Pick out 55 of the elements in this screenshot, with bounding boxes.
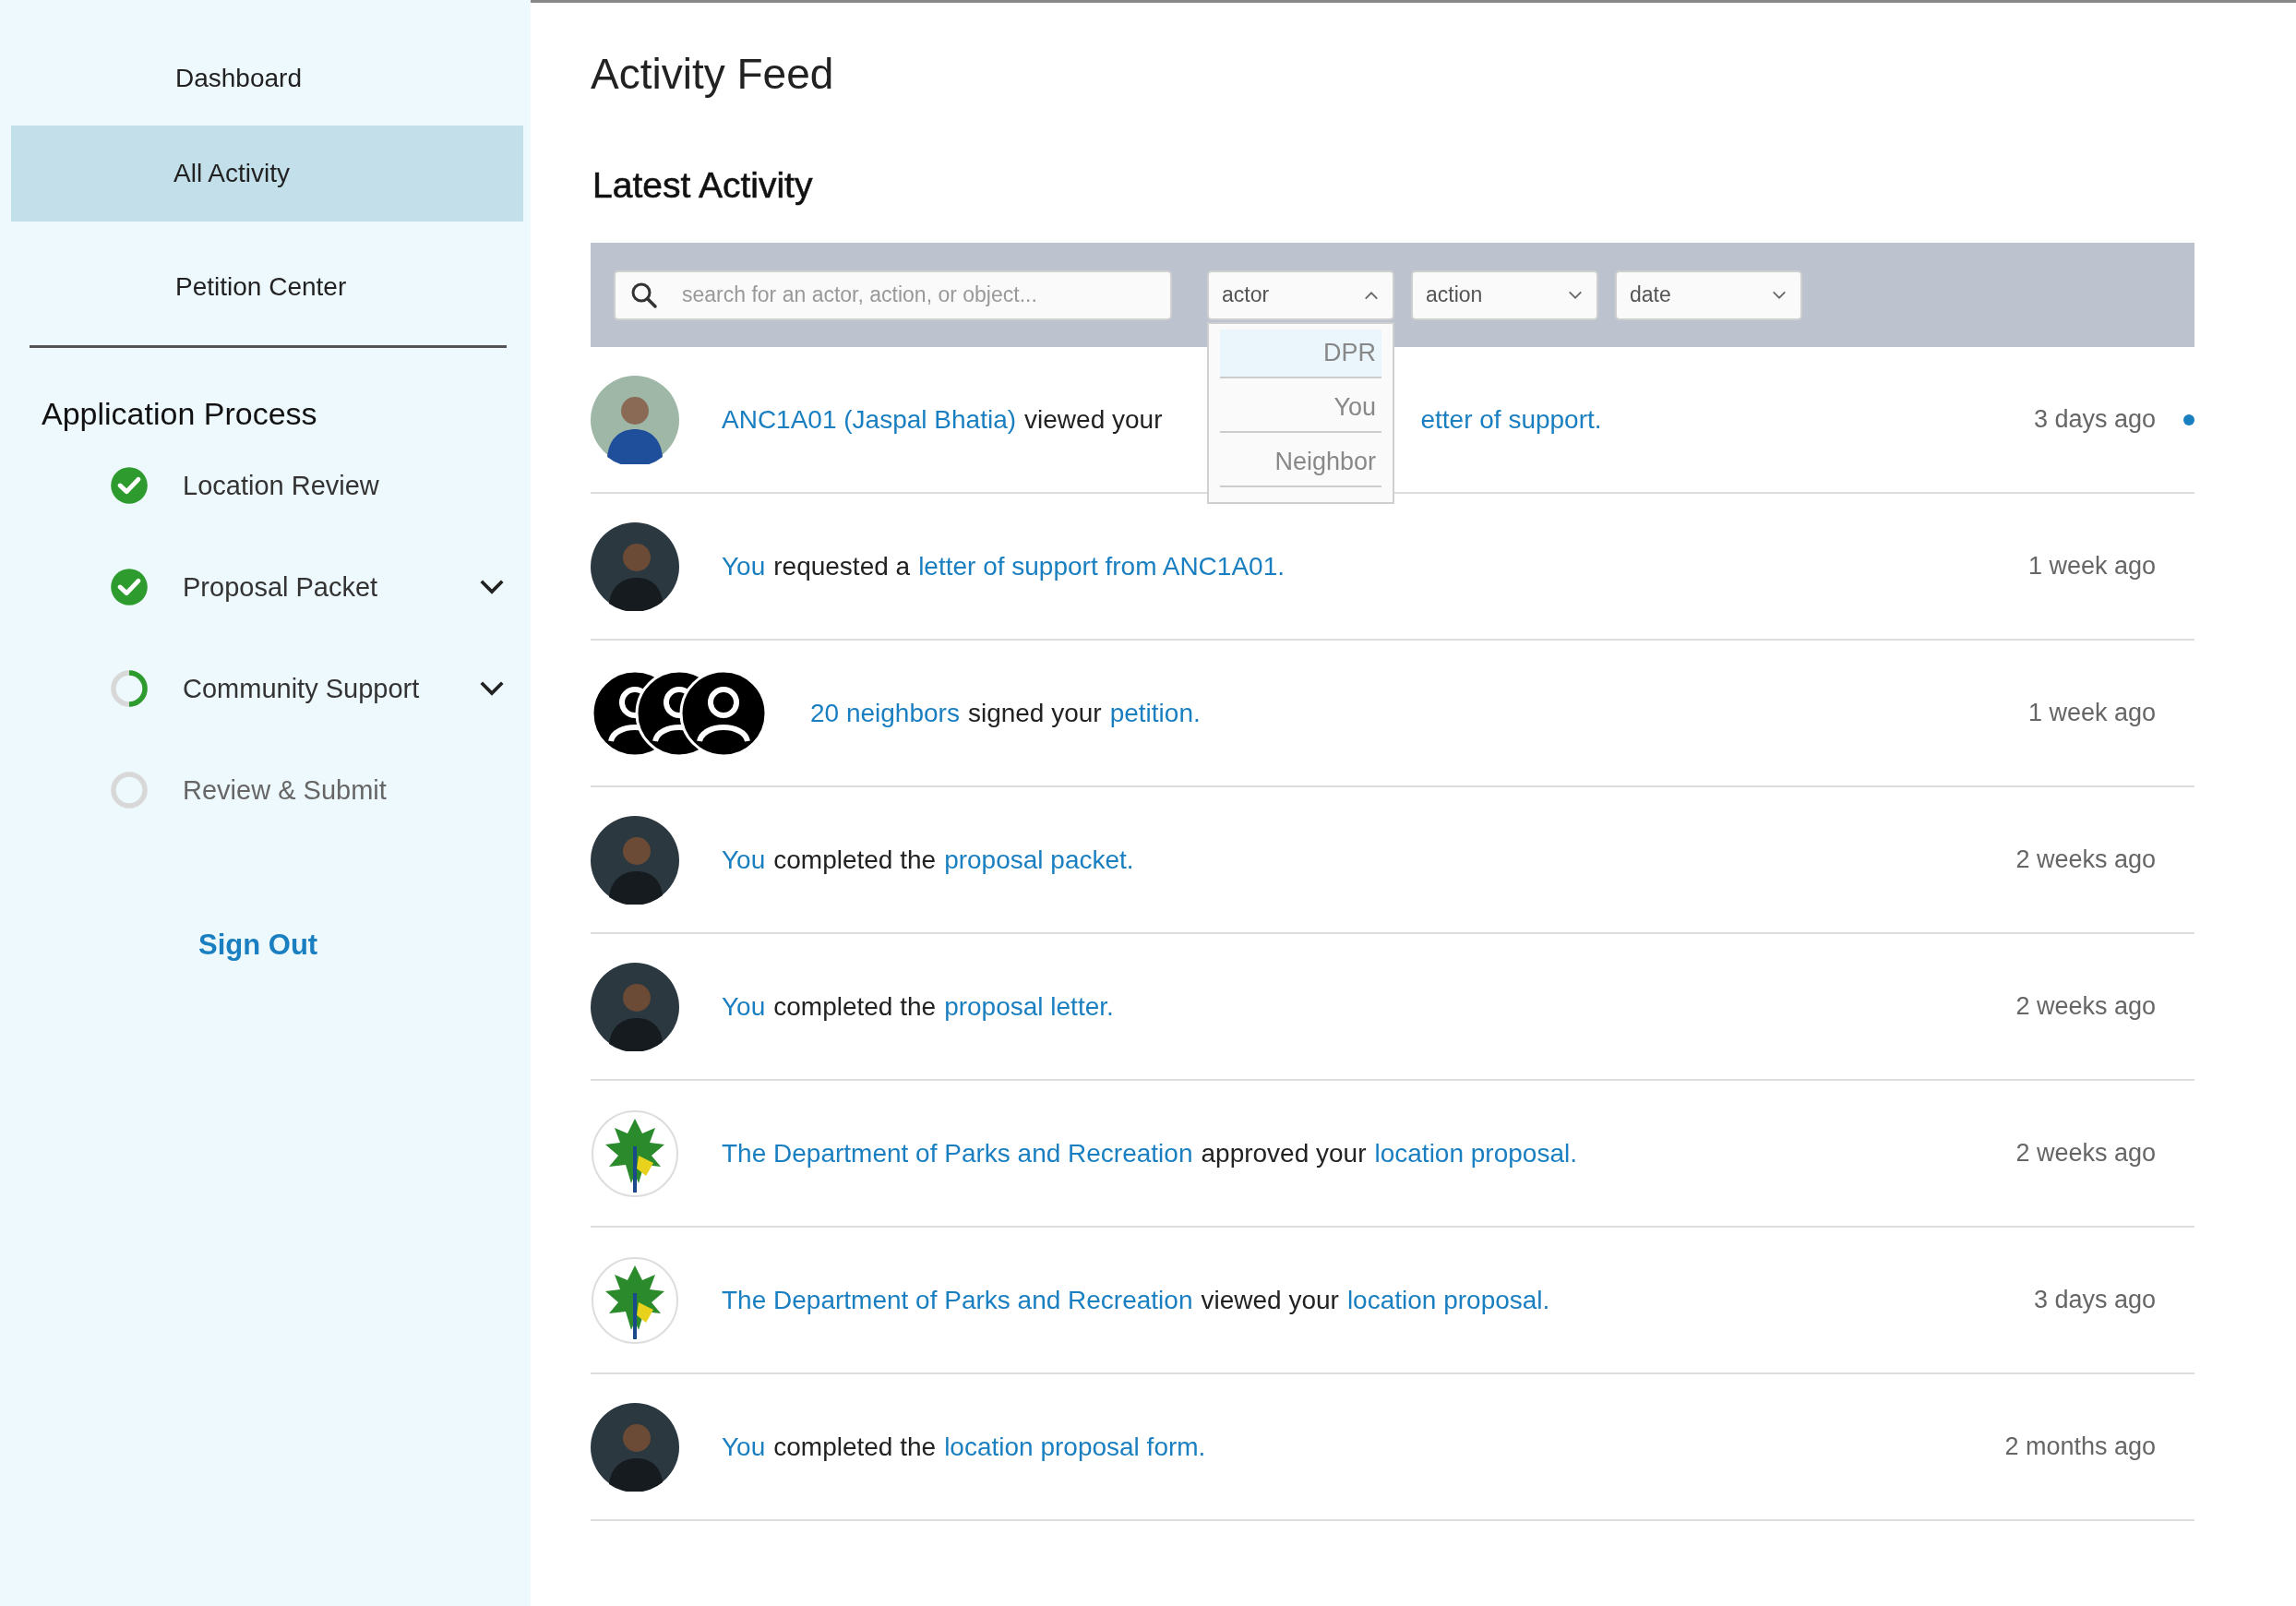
nav-item[interactable]: Petition Center [11,255,523,319]
activity-link[interactable]: location proposal. [1374,1138,1577,1169]
activity-link[interactable]: The Department of Parks and Recreation [722,1285,1193,1315]
activity-link[interactable]: ANC1A01 (Jaspal Bhatia) [722,404,1017,435]
filter-dropdown[interactable]: actor [1207,270,1394,320]
step-label: Proposal Packet [183,571,379,603]
activity-verb: completed the [773,845,937,875]
search-icon [630,281,658,309]
activity-link[interactable]: The Department of Parks and Recreation [722,1138,1193,1169]
chevron-down-icon[interactable] [478,679,506,698]
nav-item[interactable]: Dashboard [11,46,523,111]
activity-time: 3 days ago [2033,405,2156,434]
activity-verb: completed the [773,991,937,1022]
step-label: Community Support [183,673,421,704]
activity-time: 2 weeks ago [2015,845,2156,874]
filter-dropdown[interactable]: date [1615,270,1802,320]
dropdown-option[interactable]: Neighbor [1220,437,1381,487]
activity-link[interactable]: You [722,551,766,581]
activity-verb: signed your [967,698,1102,728]
step-label: Review & Submit [183,774,388,806]
dropdown-option[interactable]: DPR [1220,329,1381,378]
activity-verb: viewed your [1201,1285,1339,1315]
activity-link[interactable]: etter of support. [1420,404,1602,435]
filter-dropdown[interactable]: action [1411,270,1598,320]
page-title: Activity Feed [591,49,835,99]
activity-link[interactable]: proposal letter. [944,991,1114,1022]
activity-time: 3 days ago [2033,1286,2156,1314]
activity-link[interactable]: letter of support from ANC1A01. [918,551,1285,581]
activity-time: 2 months ago [2004,1432,2156,1461]
activity-time: 2 weeks ago [2015,992,2156,1021]
activity-time: 1 week ago [2027,552,2156,581]
nav-item[interactable]: All Activity [11,126,523,222]
section-heading: Application Process [42,396,318,432]
dropdown-option[interactable]: You [1220,383,1381,433]
activity-link[interactable]: You [722,991,766,1022]
caret-icon [1771,289,1788,301]
search-field[interactable]: search for an actor, action, or object... [614,270,1172,320]
activity-time: 1 week ago [2027,699,2156,727]
step-label: Location Review [183,470,380,501]
section-title: Latest Activity [592,165,814,206]
activity-link[interactable]: proposal packet. [944,845,1134,875]
activity-time: 2 weeks ago [2015,1139,2156,1168]
activity-link[interactable]: 20 neighbors [810,698,960,728]
activity-verb: approved your [1201,1138,1367,1169]
activity-verb: completed the [773,1432,937,1462]
activity-link[interactable]: location proposal form. [944,1432,1206,1462]
sign-out-link[interactable]: Sign Out [198,929,531,962]
activity-verb: requested a [773,551,911,581]
activity-link[interactable]: You [722,1432,766,1462]
caret-icon [1567,289,1584,301]
activity-link[interactable]: location proposal. [1346,1285,1550,1315]
activity-link[interactable]: You [722,845,766,875]
activity-link[interactable]: petition. [1109,698,1201,728]
chevron-down-icon[interactable] [478,578,506,596]
activity-verb: viewed your [1024,404,1163,435]
